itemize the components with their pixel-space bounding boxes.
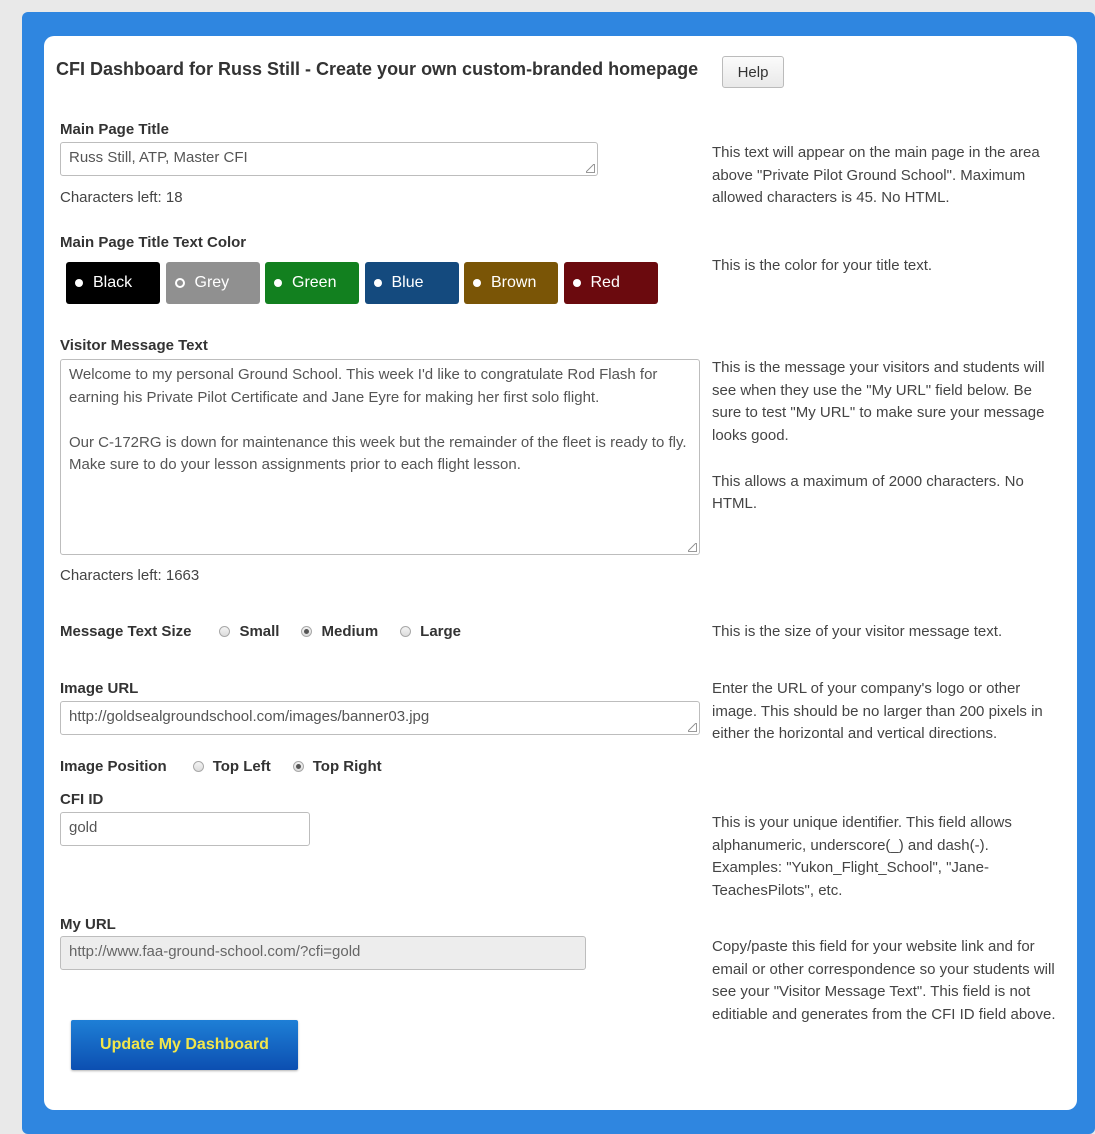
color-button-black[interactable]: Black bbox=[66, 262, 160, 304]
main-title-chars-left: Characters left: 18 bbox=[60, 189, 183, 206]
my-url-field[interactable]: http://www.faa-ground-school.com/?cfi=go… bbox=[60, 936, 586, 970]
image-position-group: Image Position Top Left Top Right bbox=[60, 758, 382, 775]
visitor-message-textarea[interactable]: Welcome to my personal Ground School. Th… bbox=[60, 359, 700, 555]
visitor-message-description-2: This allows a maximum of 2000 characters… bbox=[712, 472, 1024, 513]
visitor-message-description-1: This is the message your visitors and st… bbox=[712, 359, 1045, 445]
image-position-top-right-radio[interactable] bbox=[292, 761, 304, 772]
text-size-large-label[interactable]: Large bbox=[420, 623, 461, 640]
my-url-value: http://www.faa-ground-school.com/?cfi=go… bbox=[69, 943, 361, 960]
visitor-message-paragraph-2: Our C-172RG is down for maintenance this… bbox=[69, 433, 687, 474]
color-label: Black bbox=[93, 274, 133, 291]
image-url-label: Image URL bbox=[60, 680, 139, 697]
image-position-label: Image Position bbox=[60, 758, 167, 775]
main-title-input[interactable]: Russ Still, ATP, Master CFI bbox=[60, 142, 598, 176]
title-color-description: This is the color for your title text. bbox=[712, 257, 933, 274]
resize-grip-icon[interactable] bbox=[586, 164, 595, 173]
text-size-label: Message Text Size bbox=[60, 623, 192, 640]
help-button[interactable]: Help bbox=[722, 56, 784, 88]
cfi-id-value: gold bbox=[69, 819, 98, 836]
color-label: Red bbox=[590, 274, 620, 291]
image-position-top-left-label[interactable]: Top Left bbox=[213, 758, 271, 775]
main-title-label: Main Page Title bbox=[60, 121, 169, 138]
cfi-id-label: CFI ID bbox=[60, 791, 104, 808]
text-size-group: Message Text Size Small Medium Large bbox=[60, 623, 461, 640]
radio-ring-icon bbox=[174, 278, 185, 288]
color-button-grey[interactable]: Grey bbox=[165, 262, 260, 304]
main-title-value: Russ Still, ATP, Master CFI bbox=[69, 149, 248, 166]
resize-grip-icon[interactable] bbox=[688, 723, 697, 732]
visitor-message-label: Visitor Message Text bbox=[60, 337, 208, 354]
radio-dot-icon bbox=[572, 279, 581, 287]
text-size-large-radio[interactable] bbox=[400, 626, 412, 637]
image-position-top-right-label[interactable]: Top Right bbox=[313, 758, 382, 775]
page-title: CFI Dashboard for Russ Still - Create yo… bbox=[56, 59, 699, 79]
text-size-small-label[interactable]: Small bbox=[239, 623, 279, 640]
color-button-green[interactable]: Green bbox=[265, 262, 359, 304]
main-title-description: This text will appear on the main page i… bbox=[712, 144, 1040, 207]
visitor-message-chars-left: Characters left: 1663 bbox=[60, 567, 200, 584]
radio-dot-icon bbox=[373, 279, 382, 287]
resize-grip-icon[interactable] bbox=[688, 543, 697, 552]
my-url-description: Copy/paste this field for your website l… bbox=[712, 938, 1056, 1024]
color-label: Grey bbox=[194, 274, 230, 291]
image-position-top-left-radio[interactable] bbox=[192, 761, 204, 772]
image-url-value: http://goldsealgroundschool.com/images/b… bbox=[69, 708, 430, 725]
text-size-medium-radio[interactable] bbox=[301, 626, 313, 637]
radio-dot-icon bbox=[473, 279, 481, 287]
radio-dot-icon bbox=[75, 279, 83, 287]
color-button-group: Black Grey Green Blue Brown Red bbox=[66, 262, 658, 304]
color-button-blue[interactable]: Blue bbox=[364, 262, 459, 304]
visitor-message-paragraph-1: Welcome to my personal Ground School. Th… bbox=[69, 366, 658, 406]
my-url-label: My URL bbox=[60, 916, 116, 933]
color-label: Green bbox=[292, 274, 337, 291]
image-url-description: Enter the URL of your company's logo or … bbox=[712, 680, 1043, 743]
color-label: Brown bbox=[491, 274, 537, 291]
text-size-medium-label[interactable]: Medium bbox=[321, 623, 378, 640]
update-dashboard-button[interactable]: Update My Dashboard bbox=[71, 1020, 298, 1070]
cfi-id-input[interactable]: gold bbox=[60, 812, 310, 846]
visitor-message-description: This is the message your visitors and st… bbox=[712, 357, 1062, 516]
color-button-red[interactable]: Red bbox=[563, 262, 658, 304]
image-url-input[interactable]: http://goldsealgroundschool.com/images/b… bbox=[60, 701, 700, 735]
radio-dot-icon bbox=[274, 279, 282, 287]
cfi-id-description: This is your unique identifier. This fie… bbox=[712, 814, 1012, 900]
title-color-label: Main Page Title Text Color bbox=[60, 234, 247, 251]
color-button-brown[interactable]: Brown bbox=[464, 262, 558, 304]
text-size-description: This is the size of your visitor message… bbox=[712, 623, 1003, 640]
color-label: Blue bbox=[391, 274, 424, 291]
text-size-small-radio[interactable] bbox=[219, 626, 231, 637]
